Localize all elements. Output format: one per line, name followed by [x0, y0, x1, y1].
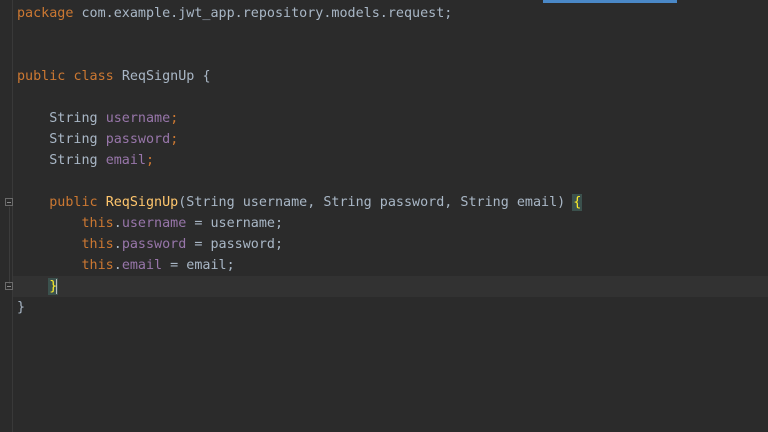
- fold-range-line: [9, 207, 10, 284]
- code-line-12: this.password = password;: [81, 237, 284, 252]
- code-line-8: String email;: [49, 153, 155, 168]
- code-line-10: public ReqSignUp(String username, String…: [49, 194, 583, 211]
- gutter-divider: [12, 0, 13, 432]
- code-line-1: package com.example.jwt_app.repository.m…: [17, 6, 453, 21]
- code-line-6: String username;: [49, 111, 179, 126]
- code-line-13: this.email = email;: [81, 258, 235, 273]
- code-line-14-current: }: [13, 276, 768, 297]
- text-caret: [56, 278, 58, 294]
- editor-gutter: [0, 0, 12, 432]
- code-line-11: this.username = username;: [81, 216, 284, 231]
- code-line-4: public class ReqSignUp {: [17, 69, 211, 84]
- code-line-7: String password;: [49, 132, 179, 147]
- fold-collapse-icon[interactable]: [5, 198, 13, 206]
- code-line-15: }: [17, 300, 26, 315]
- fold-end-icon[interactable]: [5, 282, 13, 290]
- matched-brace: {: [572, 194, 583, 211]
